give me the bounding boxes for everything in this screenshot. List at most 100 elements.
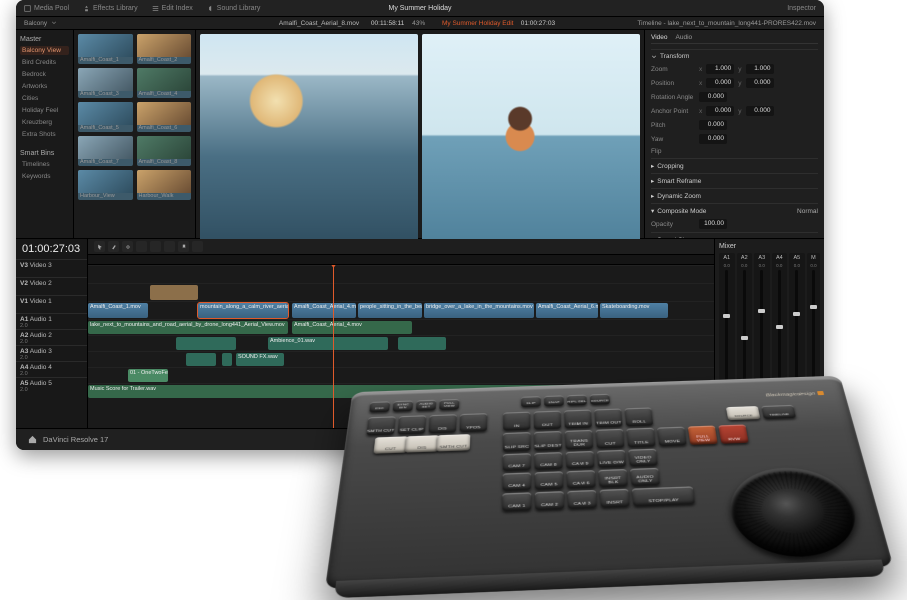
hw-key-insrt-blk[interactable]: INSRT BLK (598, 469, 628, 487)
timeline-clip[interactable] (186, 353, 216, 366)
hw-key-trim-out[interactable]: TRIM OUT (594, 408, 622, 427)
hw-key-source[interactable]: SOURCE (590, 394, 610, 405)
top-mediapool-tab[interactable]: Media Pool (24, 5, 69, 12)
hw-key-ypos[interactable]: YPOS (460, 413, 488, 432)
hw-key-cam-6[interactable]: CAM 6 (567, 470, 596, 488)
hw-key-audio-only[interactable]: AUDIO ONLY (630, 468, 660, 486)
hw-key-slip-dest[interactable]: SLIP DEST (534, 431, 562, 451)
hw-key-roll[interactable]: ROLL (625, 407, 654, 426)
fader[interactable] (743, 270, 746, 380)
timeline-clip[interactable]: 01 - OneTwoFeat.wav (128, 369, 168, 382)
hw-key-cut[interactable]: CUT (373, 436, 408, 453)
timeline-clip[interactable]: bridge_over_a_lake_in_the_mountains.mov (424, 303, 534, 318)
arrow-tool[interactable] (94, 241, 105, 252)
hw-key-trans-dur[interactable]: TRANS DUR (565, 430, 593, 450)
timeline-clip[interactable]: Amalfi_Coast_Aerial_4.mov (292, 303, 356, 318)
timeline-clip[interactable]: Skateboarding.mov (600, 303, 668, 318)
anchor-x-input[interactable]: 0.000 (706, 106, 734, 116)
timeline-clip[interactable]: people_sitting_in_the_beach.mov (358, 303, 422, 318)
hw-key-title[interactable]: TITLE (626, 428, 655, 447)
opacity-input[interactable]: 100.00 (699, 219, 727, 229)
hw-key-full-view[interactable]: FULL VIEW (688, 426, 718, 445)
audio-track-header[interactable]: A2 Audio 22.0 (16, 329, 87, 345)
hw-key-cam-7[interactable]: CAM 7 (503, 453, 531, 471)
smart-reframe-section[interactable]: ▸Smart Reframe (651, 173, 818, 186)
hw-key-dis[interactable]: DIS (405, 435, 439, 452)
hw-key-cam-1[interactable]: CAM 1 (502, 492, 531, 511)
timeline-track[interactable]: SOUND FX.wav (88, 351, 714, 367)
hw-key-cam-3[interactable]: CAM 3 (567, 490, 597, 509)
pos-x-input[interactable]: 0.000 (706, 78, 734, 88)
timeline-track[interactable] (88, 265, 714, 283)
timeline-clip[interactable] (176, 337, 236, 350)
hw-key-stop-play[interactable]: STOP/PLAY (632, 486, 695, 506)
video-track-header[interactable]: V3 Video 3 (16, 259, 87, 277)
audio-track-header[interactable]: A1 Audio 12.0 (16, 313, 87, 329)
overwrite-tool[interactable] (150, 241, 161, 252)
hw-key-set-clip[interactable]: SET CLIP (398, 415, 427, 434)
bin-item[interactable]: Bird Credits (20, 58, 69, 67)
hw-key-slip[interactable]: SLIP (521, 396, 541, 407)
hw-key-slip-src[interactable]: SLIP SRC (503, 432, 531, 452)
bin-item[interactable]: Cities (20, 94, 69, 103)
hw-key-rvw[interactable]: RVW (718, 424, 748, 443)
timeline-track[interactable]: Amalfi_Coast_1.mov mountain_along_a_calm_… (88, 301, 714, 319)
rotation-input[interactable]: 0.000 (699, 92, 727, 102)
yaw-input[interactable]: 0.000 (699, 134, 727, 144)
hw-key-timeline[interactable]: TIMELINE (761, 405, 796, 419)
fader[interactable] (795, 270, 798, 380)
smart-bin-item[interactable]: Keywords (20, 172, 69, 181)
timeline-clip[interactable]: Amalfi_Coast_Aerial_6.mov (536, 303, 598, 318)
composite-section[interactable]: ▾Composite ModeNormal (651, 203, 818, 216)
hw-key-snap[interactable]: SNAP (544, 395, 564, 406)
hw-key-dis[interactable]: DIS (429, 414, 457, 433)
bin-item[interactable]: Extra Shots (20, 130, 69, 139)
cropping-section[interactable]: ▸Cropping (651, 158, 818, 171)
timeline-clip[interactable]: Ambience_01.wav (268, 337, 388, 350)
hw-key-cam-8[interactable]: CAM 8 (534, 452, 562, 470)
fader[interactable] (760, 270, 763, 380)
timeline-clip[interactable]: Amalfi_Coast_Aerial_4.mov (292, 321, 412, 334)
source-viewer[interactable] (200, 34, 418, 257)
hw-key-cam-9[interactable]: CAM 9 (566, 451, 595, 469)
clip-thumbnail[interactable]: Amalfi_Coast_2 (137, 34, 192, 64)
clip-thumbnail[interactable]: Harbour_Walk (137, 170, 192, 200)
clip-thumbnail[interactable]: Amalfi_Coast_7 (78, 136, 133, 166)
video-track-header[interactable]: V2 Video 2 (16, 277, 87, 295)
clip-thumbnail[interactable]: Amalfi_Coast_1 (78, 34, 133, 64)
dynamic-zoom-section[interactable]: ▸Dynamic Zoom (651, 188, 818, 201)
hw-key-smth-cut[interactable]: SMTH CUT (436, 434, 470, 451)
top-inspector-tab[interactable]: Inspector (787, 5, 816, 12)
timeline-clip[interactable] (150, 285, 198, 300)
top-effects-tab[interactable]: Effects Library (83, 5, 138, 12)
inspector-audio-tab[interactable]: Audio (676, 34, 693, 41)
audio-track-header[interactable]: A5 Audio 52.0 (16, 377, 87, 393)
jog-wheel[interactable] (724, 466, 866, 559)
clip-thumbnail[interactable]: Harbour_View (78, 170, 133, 200)
hw-key-out[interactable]: OUT (534, 411, 561, 430)
fader[interactable] (725, 270, 728, 380)
master-bin-header[interactable]: Master (20, 36, 69, 43)
hw-key-audio-set[interactable]: AUDIO SET (416, 400, 436, 411)
bin-item[interactable]: Balcony View (20, 46, 69, 55)
hw-key-ripl-del[interactable]: RIPL DEL (567, 394, 587, 405)
hw-key-trim-in[interactable]: TRIM IN (564, 409, 592, 428)
hw-key-cam-5[interactable]: CAM 5 (535, 471, 564, 489)
smart-bin-item[interactable]: Timelines (20, 160, 69, 169)
pos-y-input[interactable]: 0.000 (746, 78, 774, 88)
video-track-header[interactable]: V1 Video 1 (16, 295, 87, 313)
fader[interactable] (812, 270, 815, 380)
blade-tool[interactable] (108, 241, 119, 252)
hw-key-video-only[interactable]: VIDEO ONLY (628, 449, 657, 467)
timeline-clip[interactable]: lake_next_to_mountains_and_road_aerial_b… (88, 321, 288, 334)
home-icon[interactable] (28, 435, 37, 444)
transform-section[interactable]: Transform (651, 49, 818, 61)
hw-key-source[interactable]: SOURCE (726, 406, 760, 420)
timeline-track[interactable]: lake_next_to_mountains_and_road_aerial_b… (88, 319, 714, 335)
bin-item[interactable]: Bedrock (20, 70, 69, 79)
pitch-input[interactable]: 0.000 (699, 120, 727, 130)
hw-key-sync-bin[interactable]: SYNC BIN (393, 400, 414, 411)
clip-thumbnail[interactable]: Amalfi_Coast_8 (137, 136, 192, 166)
timeline-clip[interactable]: mountain_along_a_calm_river_aerial_by_dr… (198, 303, 288, 318)
timeline-clip[interactable]: Amalfi_Coast_1.mov (88, 303, 148, 318)
